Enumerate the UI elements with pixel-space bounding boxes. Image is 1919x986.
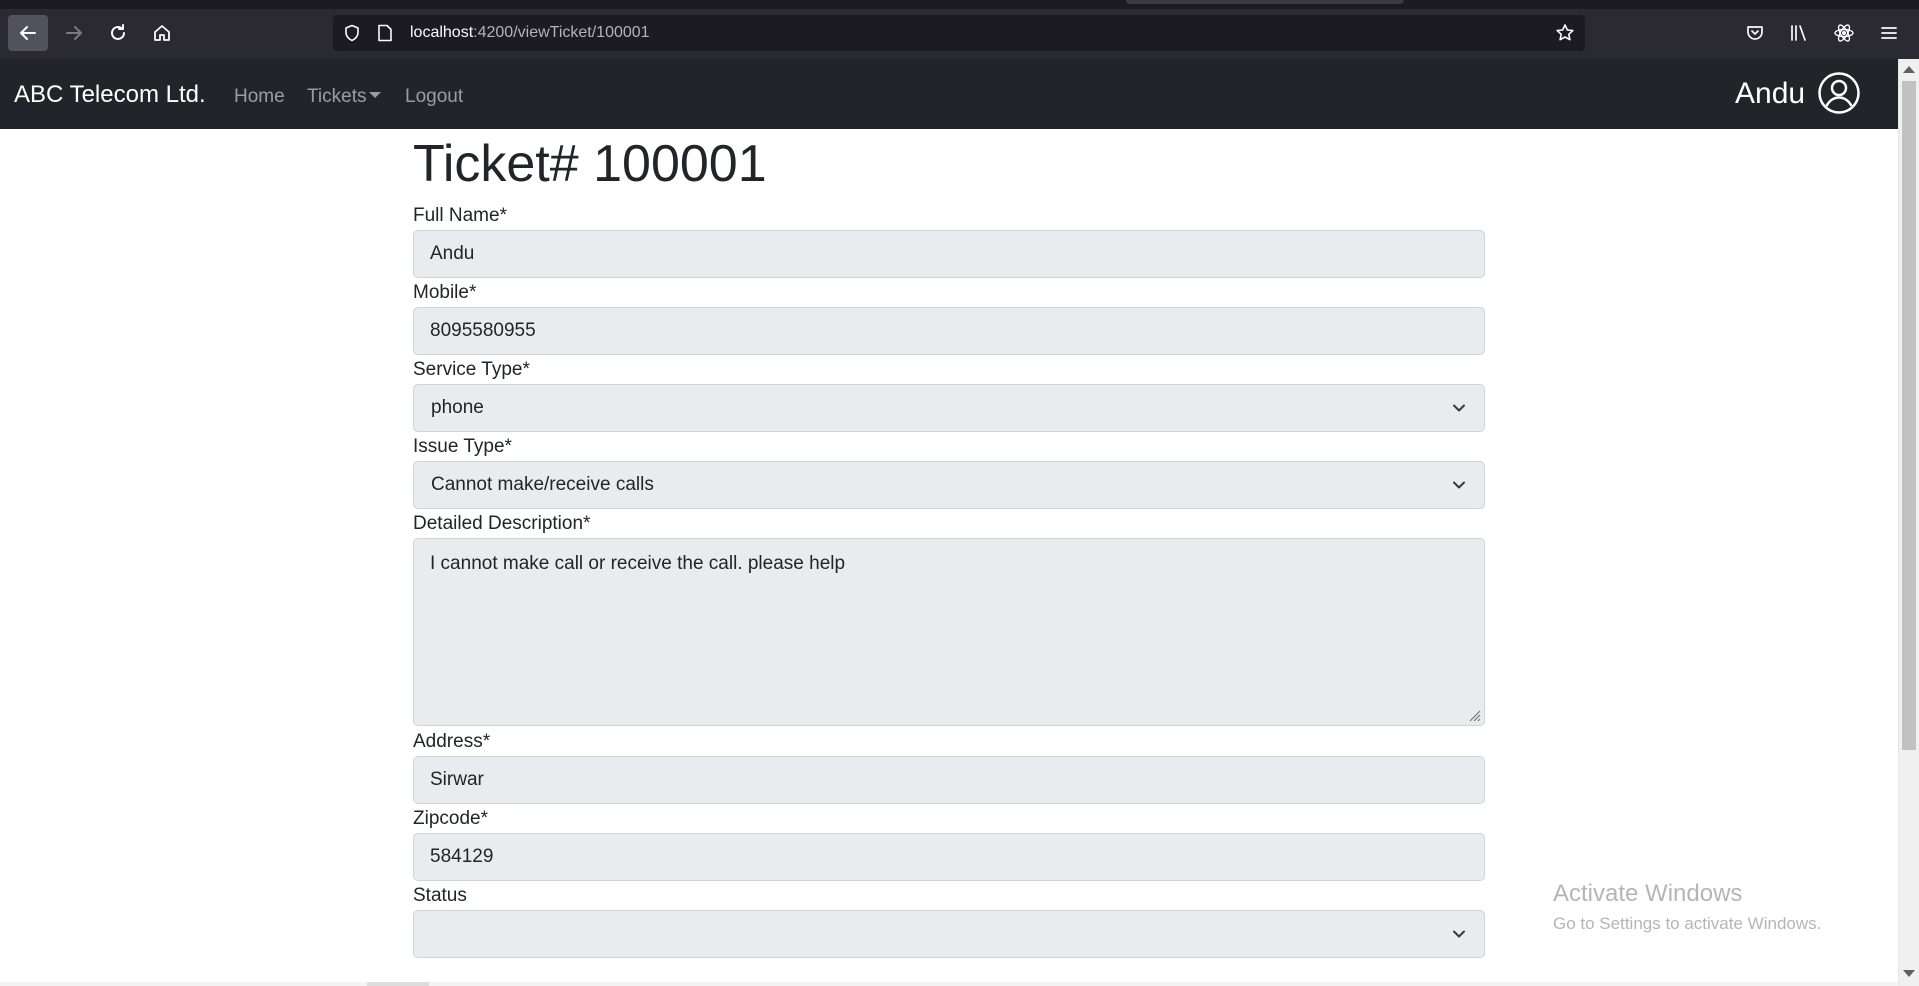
nav-tickets-dropdown[interactable]: Tickets: [307, 86, 382, 108]
scroll-thumb[interactable]: [1902, 81, 1916, 750]
user-circle-icon[interactable]: [1817, 71, 1861, 115]
pocket-button[interactable]: [1743, 21, 1767, 45]
reload-button[interactable]: [98, 15, 138, 51]
pocket-icon: [1747, 26, 1763, 40]
zipcode-field[interactable]: 584129: [413, 833, 1485, 881]
address-field[interactable]: Sirwar: [413, 756, 1485, 804]
issue-type-label: Issue Type*: [413, 436, 512, 457]
status-select[interactable]: [413, 910, 1485, 958]
chevron-down-icon: [1453, 930, 1465, 938]
page-scrollbar[interactable]: [1898, 59, 1919, 986]
zipcode-label: Zipcode*: [413, 808, 488, 829]
menu-button[interactable]: [1877, 21, 1901, 45]
browser-toolbar: localhost:4200/viewTicket/100001: [0, 0, 1919, 59]
library-icon: [1791, 25, 1806, 41]
url-text[interactable]: localhost:4200/viewTicket/100001: [410, 24, 650, 42]
chevron-down-icon: [1453, 404, 1465, 412]
horizontal-scroll-edge: [0, 982, 1898, 986]
issue-type-value: Cannot make/receive calls: [431, 474, 654, 495]
library-button[interactable]: [1787, 21, 1811, 45]
resize-grip-icon[interactable]: [1464, 705, 1482, 723]
page-icon[interactable]: [377, 24, 393, 42]
forward-arrow-icon: [66, 26, 82, 40]
brand-link[interactable]: ABC Telecom Ltd.: [14, 81, 206, 109]
nav-logout-link[interactable]: Logout: [405, 86, 463, 108]
scroll-down-arrow[interactable]: [1903, 970, 1915, 977]
scroll-up-arrow[interactable]: [1903, 66, 1915, 73]
shield-icon[interactable]: [343, 24, 361, 42]
full-name-field[interactable]: Andu: [413, 230, 1485, 278]
caret-down-icon: [369, 91, 382, 98]
nav-home-link[interactable]: Home: [234, 86, 285, 108]
activate-windows-subtitle: Go to Settings to activate Windows.: [1553, 914, 1822, 933]
back-button[interactable]: [8, 15, 48, 51]
description-textarea[interactable]: I cannot make call or receive the call. …: [413, 538, 1485, 726]
chevron-down-icon: [1453, 481, 1465, 489]
description-value: I cannot make call or receive the call. …: [430, 553, 846, 574]
user-name[interactable]: Andu: [1735, 77, 1805, 111]
activate-windows-title: Activate Windows: [1553, 880, 1743, 907]
home-icon: [154, 25, 170, 41]
tab-strip-edge: [1126, 0, 1404, 4]
url-bar[interactable]: localhost:4200/viewTicket/100001: [333, 15, 1585, 51]
horizontal-scroll-thumb[interactable]: [367, 982, 429, 986]
url-path: :4200/viewTicket/100001: [473, 24, 650, 41]
nav-tickets-label: Tickets: [307, 86, 367, 107]
service-type-value: phone: [431, 397, 484, 418]
status-label: Status: [413, 885, 467, 906]
full-name-label: Full Name*: [413, 205, 507, 226]
mobile-label: Mobile*: [413, 282, 477, 303]
star-icon[interactable]: [1555, 23, 1575, 43]
service-type-select[interactable]: phone: [413, 384, 1485, 432]
service-type-label: Service Type*: [413, 359, 530, 380]
home-button[interactable]: [142, 15, 182, 51]
mobile-field[interactable]: 8095580955: [413, 307, 1485, 355]
description-label: Detailed Description*: [413, 513, 591, 534]
back-arrow-icon: [20, 26, 36, 40]
address-label: Address*: [413, 731, 491, 752]
menu-icon: [1881, 27, 1897, 39]
reload-icon: [111, 24, 125, 40]
issue-type-select[interactable]: Cannot make/receive calls: [413, 461, 1485, 509]
extension-button[interactable]: [1832, 21, 1856, 45]
forward-button[interactable]: [54, 15, 94, 51]
url-host: localhost: [410, 24, 474, 41]
app-navbar: ABC Telecom Ltd. Home Tickets Logout And…: [0, 59, 1898, 129]
extension-icon: [1834, 24, 1854, 42]
page-title: Ticket# 100001: [413, 135, 767, 193]
